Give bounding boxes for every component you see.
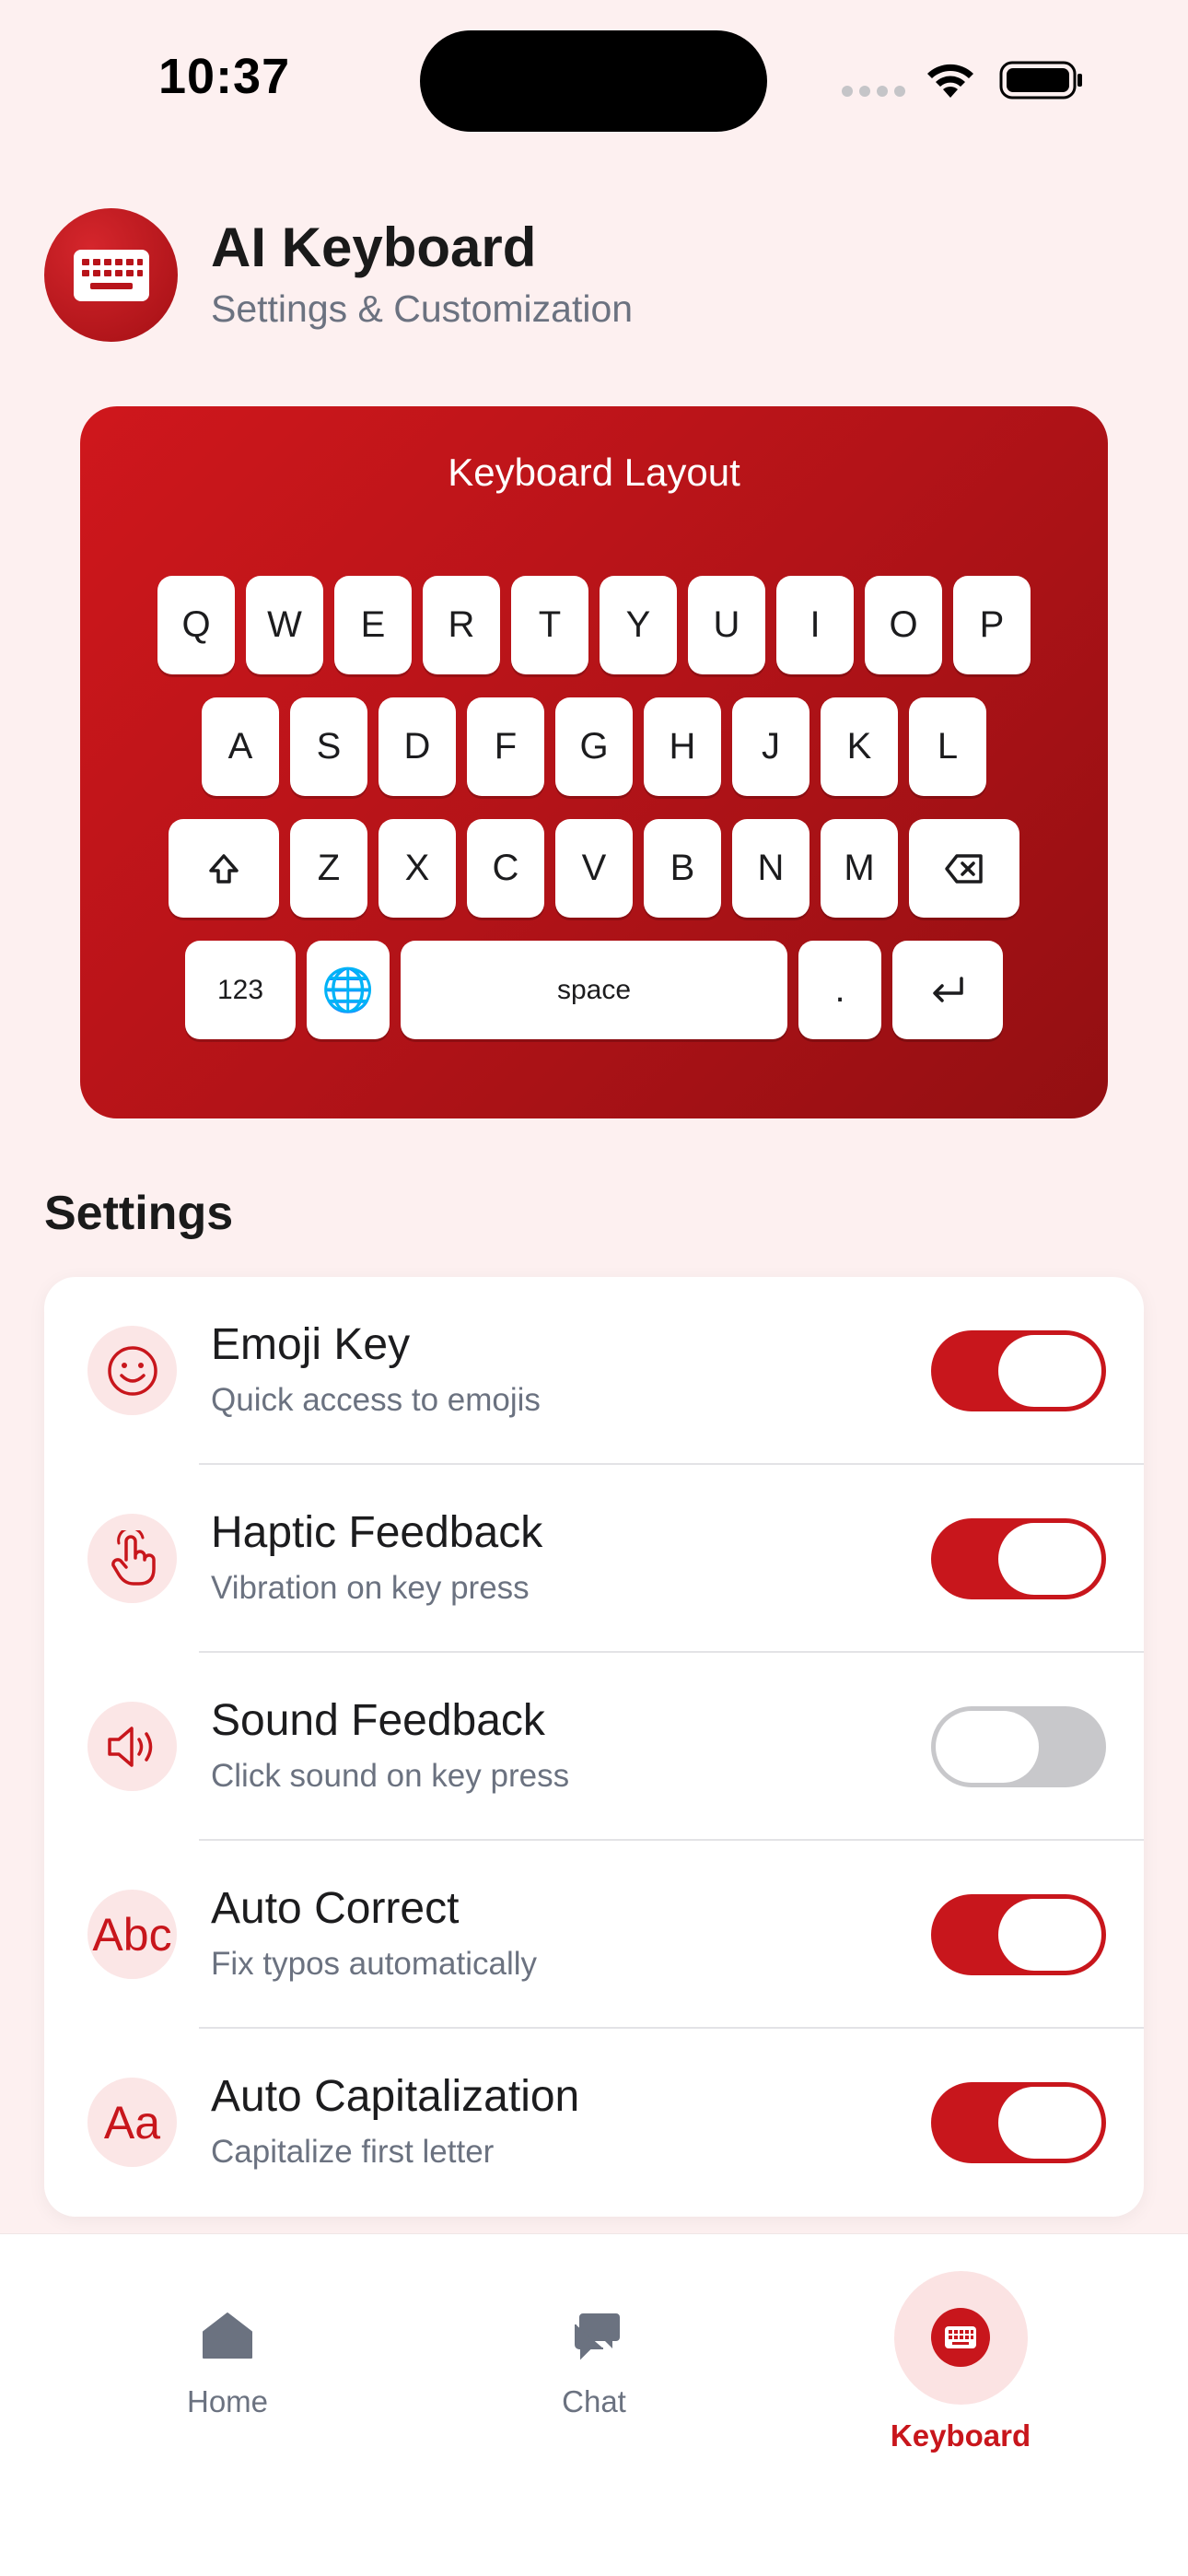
tab-keyboard[interactable]: Keyboard [822, 2234, 1099, 2465]
setting-row-auto-correct: Abc Auto Correct Fix typos automatically [44, 1841, 1144, 2029]
return-icon [933, 976, 963, 1002]
setting-row-sound-feedback: Sound Feedback Click sound on key press [44, 1653, 1144, 1841]
key-e[interactable]: E [334, 576, 412, 674]
key-z[interactable]: Z [290, 819, 367, 918]
tab-chat-label: Chat [562, 2384, 626, 2418]
settings-heading: Settings [44, 1187, 234, 1240]
key-m[interactable]: M [821, 819, 898, 918]
key-t[interactable]: T [511, 576, 588, 674]
setting-description: Capitalize first letter [211, 2134, 495, 2170]
keyboard-preview-card: Keyboard Layout Q W E R T Y U I O P A S … [80, 406, 1108, 1118]
space-key[interactable]: space [401, 941, 787, 1039]
key-n[interactable]: N [732, 819, 809, 918]
chat-bubbles-icon [575, 2313, 620, 2360]
key-v[interactable]: V [555, 819, 633, 918]
app-title: AI Keyboard [211, 217, 537, 278]
key-k[interactable]: K [821, 697, 898, 796]
tab-chat[interactable]: Chat [456, 2234, 732, 2465]
app-subtitle: Settings & Customization [211, 287, 634, 330]
numbers-key[interactable]: 123 [185, 941, 296, 1039]
setting-title: Sound Feedback [211, 1696, 545, 1745]
bottom-tab-bar: Home Chat Keyboard [0, 2233, 1188, 2576]
text-case-icon: Aa [87, 2078, 177, 2167]
return-key[interactable] [892, 941, 1003, 1039]
auto-capitalization-toggle[interactable] [931, 2082, 1106, 2163]
key-c[interactable]: C [467, 819, 544, 918]
key-r[interactable]: R [423, 576, 500, 674]
key-i[interactable]: I [776, 576, 854, 674]
key-d[interactable]: D [379, 697, 456, 796]
setting-description: Vibration on key press [211, 1570, 530, 1606]
setting-row-haptic-feedback: Haptic Feedback Vibration on key press [44, 1465, 1144, 1653]
key-h[interactable]: H [644, 697, 721, 796]
dynamic-island [420, 30, 767, 132]
key-u[interactable]: U [688, 576, 765, 674]
smiley-icon [87, 1326, 177, 1415]
setting-title: Auto Capitalization [211, 2072, 580, 2121]
keyboard-preview-title: Keyboard Layout [448, 451, 740, 494]
emoji-key-toggle[interactable] [931, 1330, 1106, 1411]
setting-title: Haptic Feedback [211, 1508, 543, 1557]
auto-correct-toggle[interactable] [931, 1894, 1106, 1975]
tap-hand-icon [87, 1514, 177, 1603]
haptic-feedback-toggle[interactable] [931, 1518, 1106, 1599]
keyboard-icon [931, 2308, 990, 2367]
key-s[interactable]: S [290, 697, 367, 796]
setting-title: Auto Correct [211, 1884, 460, 1933]
shift-key[interactable] [169, 819, 279, 918]
sound-feedback-toggle[interactable] [931, 1706, 1106, 1787]
status-bar: 10:37 [0, 0, 1188, 166]
setting-row-emoji-key: Emoji Key Quick access to emojis [44, 1277, 1144, 1465]
backspace-key[interactable] [909, 819, 1019, 918]
tab-keyboard-label: Keyboard [890, 2418, 1031, 2453]
tab-home[interactable]: Home [89, 2234, 366, 2465]
key-x[interactable]: X [379, 819, 456, 918]
key-o[interactable]: O [865, 576, 942, 674]
settings-card: Emoji Key Quick access to emojis Haptic … [44, 1277, 1144, 2217]
app-logo [44, 208, 178, 342]
period-key[interactable]: . [798, 941, 881, 1039]
keyboard-icon [73, 249, 149, 301]
setting-title: Emoji Key [211, 1320, 411, 1369]
shift-icon [209, 853, 239, 884]
battery-icon [999, 61, 1082, 100]
status-time: 10:37 [158, 49, 291, 104]
key-g[interactable]: G [555, 697, 633, 796]
setting-description: Quick access to emojis [211, 1382, 541, 1418]
cellular-signal-icon [842, 86, 905, 97]
abc-icon: Abc [87, 1890, 177, 1979]
home-icon [203, 2313, 252, 2359]
speaker-icon [87, 1702, 177, 1791]
key-w[interactable]: W [246, 576, 323, 674]
key-l[interactable]: L [909, 697, 986, 796]
wifi-icon [927, 64, 973, 98]
setting-description: Fix typos automatically [211, 1946, 538, 1982]
key-q[interactable]: Q [157, 576, 235, 674]
key-j[interactable]: J [732, 697, 809, 796]
tab-home-label: Home [186, 2384, 269, 2418]
setting-description: Click sound on key press [211, 1758, 570, 1794]
setting-row-auto-capitalization: Aa Auto Capitalization Capitalize first … [44, 2029, 1144, 2217]
key-f[interactable]: F [467, 697, 544, 796]
key-y[interactable]: Y [600, 576, 677, 674]
key-p[interactable]: P [953, 576, 1031, 674]
key-a[interactable]: A [202, 697, 279, 796]
backspace-icon [945, 853, 983, 884]
globe-key[interactable]: 🌐 [307, 941, 390, 1039]
key-b[interactable]: B [644, 819, 721, 918]
